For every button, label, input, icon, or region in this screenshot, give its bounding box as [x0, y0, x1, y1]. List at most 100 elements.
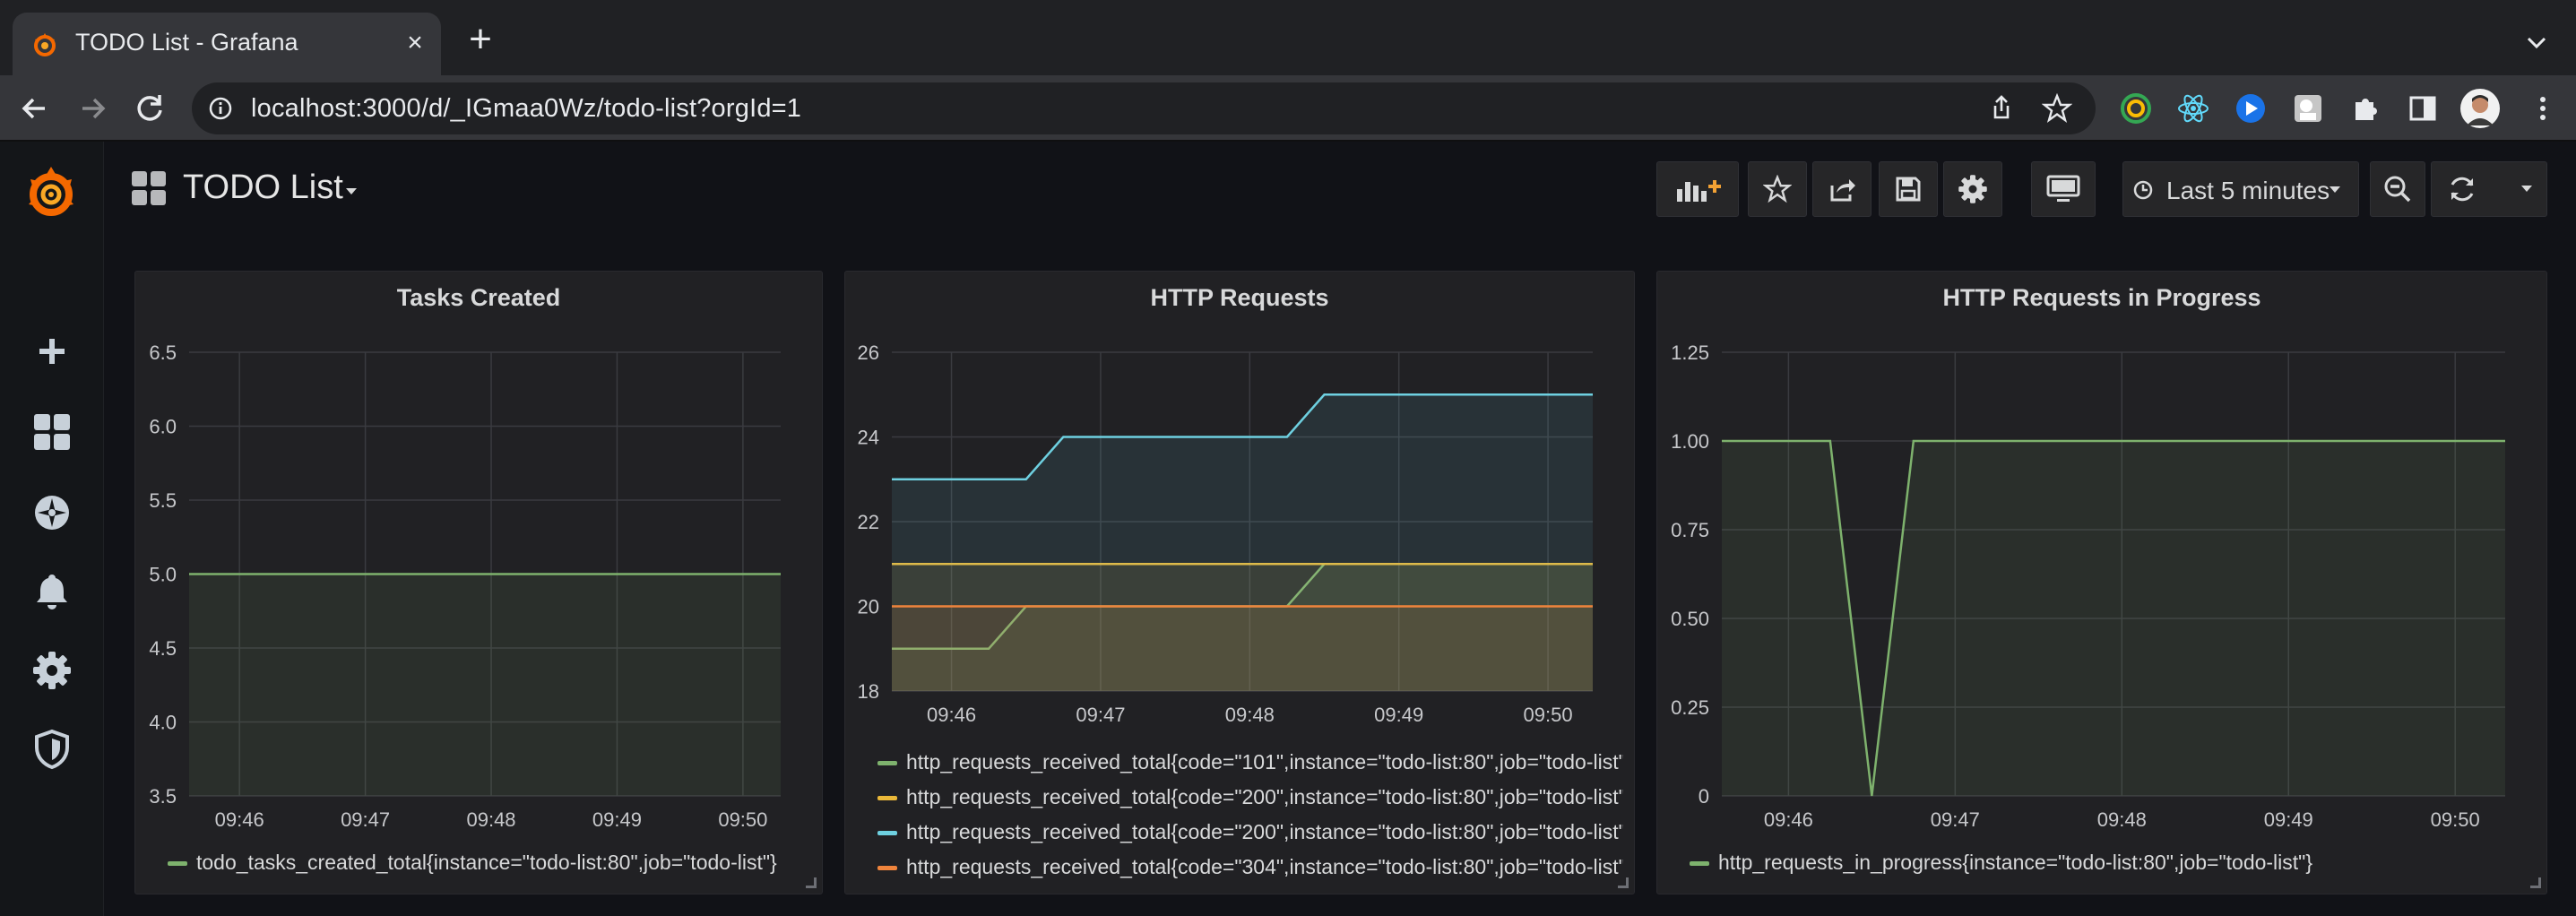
- y-tick-label: 1.00: [1671, 430, 1709, 453]
- browser-menu-icon[interactable]: [2526, 91, 2560, 125]
- legend-swatch: [877, 831, 897, 836]
- side-panel-icon[interactable]: [2406, 91, 2440, 125]
- time-range-picker[interactable]: Last 5 minutes: [2122, 161, 2359, 217]
- panel-resize-handle[interactable]: [1618, 877, 1629, 888]
- refresh-icon[interactable]: [2447, 174, 2477, 204]
- y-tick-label: 3.5: [149, 785, 177, 808]
- legend-item[interactable]: http_requests_in_progress{instance="todo…: [1690, 851, 2536, 875]
- y-tick-label: 0.75: [1671, 519, 1709, 541]
- refresh-interval-caret-icon[interactable]: [2520, 184, 2534, 194]
- add-panel-icon: [1677, 180, 1721, 202]
- dashboard-settings-button[interactable]: [1943, 161, 2002, 217]
- refresh-button-group[interactable]: [2431, 161, 2547, 217]
- panel-legend: http_requests_in_progress{instance="todo…: [1690, 851, 2536, 875]
- time-range-label: Last 5 minutes: [2166, 177, 2330, 204]
- share-icon[interactable]: [1986, 93, 2017, 124]
- caret-down-icon[interactable]: [344, 186, 359, 197]
- x-tick-label: 09:46: [1764, 808, 1813, 831]
- panel-title: HTTP Requests: [1150, 284, 1329, 311]
- panel-http-requests[interactable]: 18 20 22 24 26 09:46 09:47 09:48 09:49 09:50 HTTP…: [844, 271, 1635, 894]
- extension-circle-icon[interactable]: [2119, 91, 2153, 125]
- dashboard-grid-icon: [132, 171, 166, 205]
- x-tick-label: 09:49: [1374, 704, 1423, 726]
- address-bar[interactable]: localhost:3000/d/_IGmaa0Wz/todo-list?org…: [192, 82, 2096, 134]
- y-tick-label: 0: [1699, 785, 1709, 808]
- x-tick-label: 09:47: [1931, 808, 1980, 831]
- legend-item[interactable]: http_requests_received_total{code="200",…: [877, 780, 1623, 815]
- view-mode-button[interactable]: [2031, 161, 2096, 217]
- legend-item[interactable]: todo_tasks_created_total{instance="todo-…: [168, 851, 813, 875]
- gear-icon: [1958, 175, 1987, 203]
- x-tick-label: 09:46: [927, 704, 976, 726]
- browser-toolbar: localhost:3000/d/_IGmaa0Wz/todo-list?org…: [0, 75, 2576, 142]
- y-tick-label: 4.5: [149, 637, 177, 660]
- reload-icon[interactable]: [129, 88, 170, 129]
- add-panel-button[interactable]: [1656, 161, 1739, 217]
- tab-search-chevron-icon[interactable]: [2520, 27, 2553, 59]
- tab-title: TODO List - Grafana: [75, 29, 298, 56]
- grafana-favicon-icon: [34, 33, 56, 56]
- browser-chrome: TODO List - Grafana × + localhost:3000/d…: [0, 0, 2576, 142]
- panel-title: Tasks Created: [396, 284, 561, 311]
- y-tick-label: 22: [858, 511, 879, 533]
- panel-resize-handle[interactable]: [2530, 877, 2541, 888]
- y-tick-label: 6.0: [149, 416, 177, 438]
- star-dashboard-button[interactable]: [1748, 161, 1807, 217]
- server-admin-shield-icon[interactable]: [30, 728, 73, 771]
- series-area: [1722, 441, 2505, 796]
- panel-legend: todo_tasks_created_total{instance="todo-…: [168, 851, 813, 875]
- url-text: localhost:3000/d/_IGmaa0Wz/todo-list?org…: [251, 94, 802, 123]
- legend-swatch: [877, 796, 897, 801]
- new-tab-icon[interactable]: +: [461, 20, 500, 61]
- http-requests-in-progress-graph: 0 0.25 0.50 0.75 1.00 1.25 09:46 09:47 09:48 09:4…: [1671, 341, 2505, 831]
- x-tick-label: 09:48: [2097, 808, 2147, 831]
- x-tick-label: 09:47: [341, 808, 390, 831]
- browser-tab[interactable]: TODO List - Grafana ×: [13, 13, 441, 75]
- profile-extension-icon[interactable]: [2291, 91, 2325, 125]
- x-tick-label: 09:48: [466, 808, 515, 831]
- zoom-out-magnifier-icon: [2384, 176, 2411, 203]
- forward-arrow-icon[interactable]: [72, 88, 113, 129]
- x-tick-label: 09:49: [2264, 808, 2313, 831]
- share-icon: [1830, 179, 1855, 202]
- configuration-gear-icon[interactable]: [30, 649, 73, 692]
- panel-title: HTTP Requests in Progress: [1942, 284, 2261, 311]
- series-area: [892, 606, 1593, 691]
- extensions-puzzle-icon[interactable]: [2348, 91, 2382, 125]
- legend-item[interactable]: http_requests_received_total{code="101",…: [877, 745, 1623, 780]
- legend-label: http_requests_received_total{code="101",…: [906, 750, 1623, 773]
- y-tick-label: 4.0: [149, 712, 177, 734]
- caret-down-icon: [2330, 186, 2340, 193]
- legend-label: http_requests_received_total{code="304",…: [906, 855, 1623, 878]
- profile-avatar[interactable]: [2459, 88, 2501, 129]
- legend-label: http_requests_in_progress{instance="todo…: [1718, 851, 2313, 874]
- x-tick-label: 09:50: [1524, 704, 1573, 726]
- panel-http-requests-in-progress[interactable]: 0 0.25 0.50 0.75 1.00 1.25 09:46 09:47 09:48 09:4…: [1656, 271, 2547, 894]
- panel-resize-handle[interactable]: [806, 877, 817, 888]
- x-tick-label: 09:50: [718, 808, 767, 831]
- share-dashboard-button[interactable]: [1812, 161, 1871, 217]
- x-tick-label: 09:49: [592, 808, 642, 831]
- bookmark-star-icon[interactable]: [2042, 93, 2072, 124]
- create-plus-icon[interactable]: [30, 330, 73, 373]
- legend-item[interactable]: http_requests_received_total{code="304",…: [877, 850, 1623, 885]
- y-tick-label: 20: [858, 596, 879, 618]
- grafana-logo-icon[interactable]: [20, 161, 82, 224]
- back-arrow-icon[interactable]: [14, 88, 56, 129]
- tab-close-icon[interactable]: ×: [400, 25, 430, 61]
- site-info-icon[interactable]: [208, 96, 233, 121]
- x-tick-label: 09:47: [1076, 704, 1125, 726]
- panel-legend: http_requests_received_total{code="101",…: [877, 745, 1623, 885]
- panel-tasks-created[interactable]: 3.5 4.0 4.5 5.0 5.5 6.0 6.5 09:46 09:47 09:48 09:4…: [134, 271, 823, 894]
- legend-swatch: [877, 866, 897, 871]
- media-extension-icon[interactable]: [2234, 91, 2268, 125]
- legend-label: todo_tasks_created_total{instance="todo-…: [196, 851, 777, 874]
- dashboards-grid-icon[interactable]: [30, 410, 73, 454]
- dashboard-title[interactable]: TODO List: [183, 169, 343, 207]
- alerting-bell-icon[interactable]: [30, 570, 73, 613]
- zoom-out-button[interactable]: [2370, 161, 2425, 217]
- react-devtools-icon[interactable]: [2176, 91, 2210, 125]
- legend-item[interactable]: http_requests_received_total{code="200",…: [877, 815, 1623, 850]
- explore-compass-icon[interactable]: [30, 491, 73, 534]
- save-dashboard-button[interactable]: [1879, 161, 1938, 217]
